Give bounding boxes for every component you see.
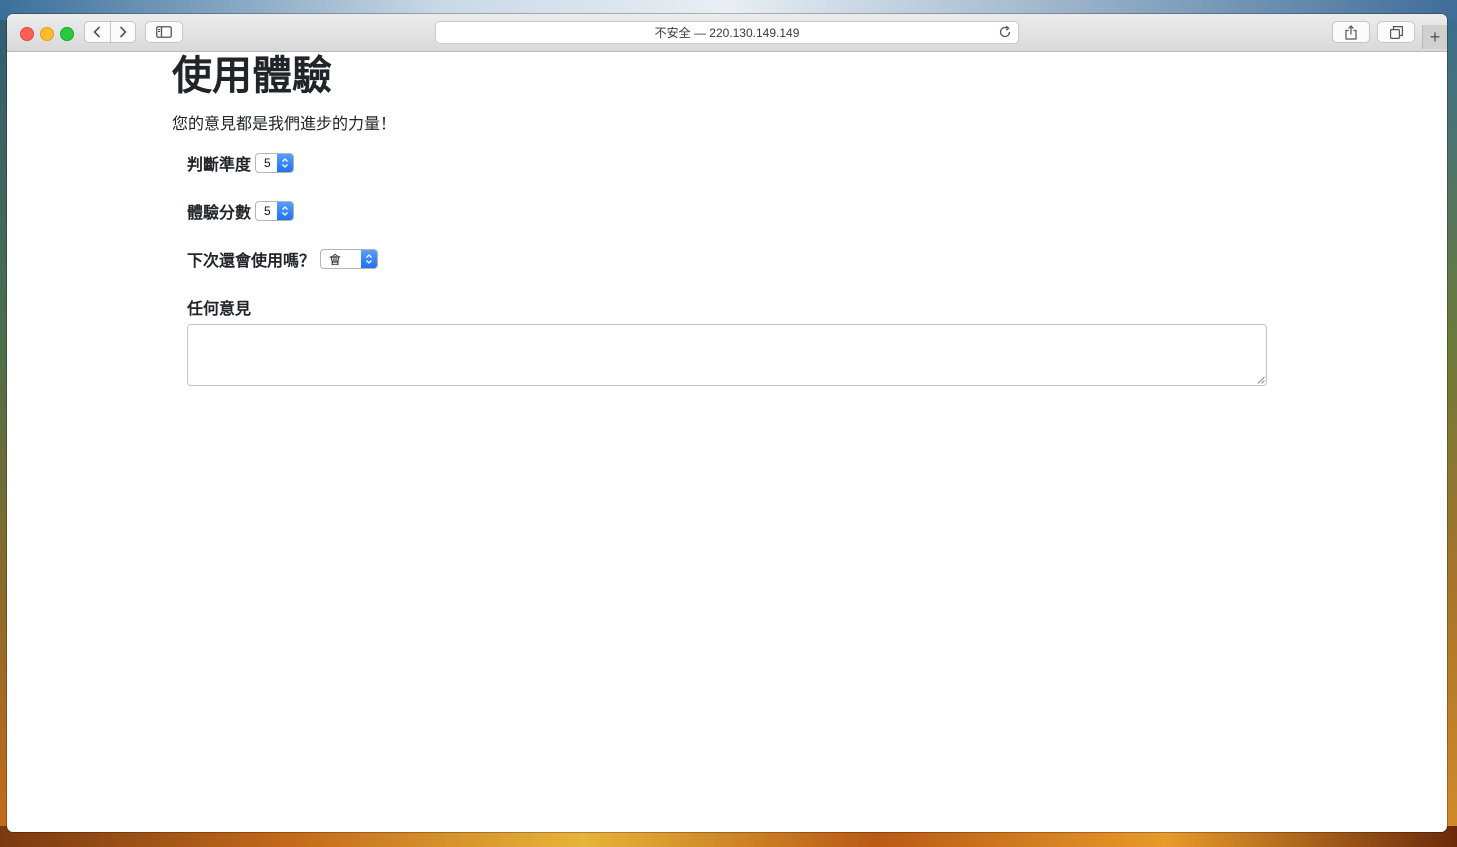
address-bar[interactable]: 不安全 — 220.130.149.149 <box>435 21 1019 44</box>
accuracy-label: 判斷準度 <box>187 157 252 174</box>
new-tab-button[interactable]: + <box>1422 25 1447 49</box>
page-subtitle: 您的意見都是我們進步的力量！ <box>172 116 397 133</box>
browser-toolbar: 不安全 — 220.130.149.149 <box>7 14 1447 52</box>
experience-row: 體驗分數 5 <box>187 199 294 223</box>
address-text: 不安全 — 220.130.149.149 <box>654 26 800 40</box>
reuse-select-value: 會 <box>329 252 342 267</box>
accuracy-select-value: 5 <box>264 156 271 170</box>
share-icon <box>1345 24 1357 40</box>
reuse-select[interactable]: 會 <box>320 249 379 269</box>
experience-select-value: 5 <box>264 204 271 218</box>
navigation-buttons <box>84 21 136 43</box>
back-button[interactable] <box>85 22 110 42</box>
reuse-label: 下次還會使用嗎？ <box>187 253 316 270</box>
select-arrows-icon <box>361 250 378 268</box>
select-arrows-icon <box>276 154 293 172</box>
tab-overview-icon <box>1389 25 1403 39</box>
desktop-wallpaper-right <box>1446 20 1457 826</box>
reload-icon[interactable] <box>998 25 1012 39</box>
experience-label: 體驗分數 <box>187 205 252 222</box>
close-window-button[interactable] <box>20 27 34 41</box>
page-title: 使用體驗 <box>172 54 332 98</box>
show-tabs-button[interactable] <box>1377 21 1415 43</box>
share-button[interactable] <box>1332 21 1370 43</box>
experience-select[interactable]: 5 <box>255 201 294 221</box>
forward-button[interactable] <box>109 22 136 42</box>
minimize-window-button[interactable] <box>40 27 54 41</box>
select-arrows-icon <box>276 202 293 220</box>
chevron-left-icon <box>93 26 101 38</box>
reuse-row: 下次還會使用嗎？ 會 <box>187 247 379 271</box>
accuracy-row: 判斷準度 5 <box>187 151 294 175</box>
comments-textarea[interactable] <box>187 324 1267 386</box>
comments-row: 任何意見 <box>187 295 251 319</box>
accuracy-select[interactable]: 5 <box>255 153 294 173</box>
resize-grip-icon[interactable] <box>1257 376 1265 384</box>
chevron-right-icon <box>119 26 127 38</box>
sidebar-toggle-button[interactable] <box>145 21 183 43</box>
sidebar-icon <box>156 26 172 38</box>
fullscreen-window-button[interactable] <box>60 27 74 41</box>
comments-label: 任何意見 <box>187 301 252 318</box>
browser-window: 不安全 — 220.130.149.149 + 使用體驗 您的意見都是我們進步的… <box>7 14 1447 832</box>
